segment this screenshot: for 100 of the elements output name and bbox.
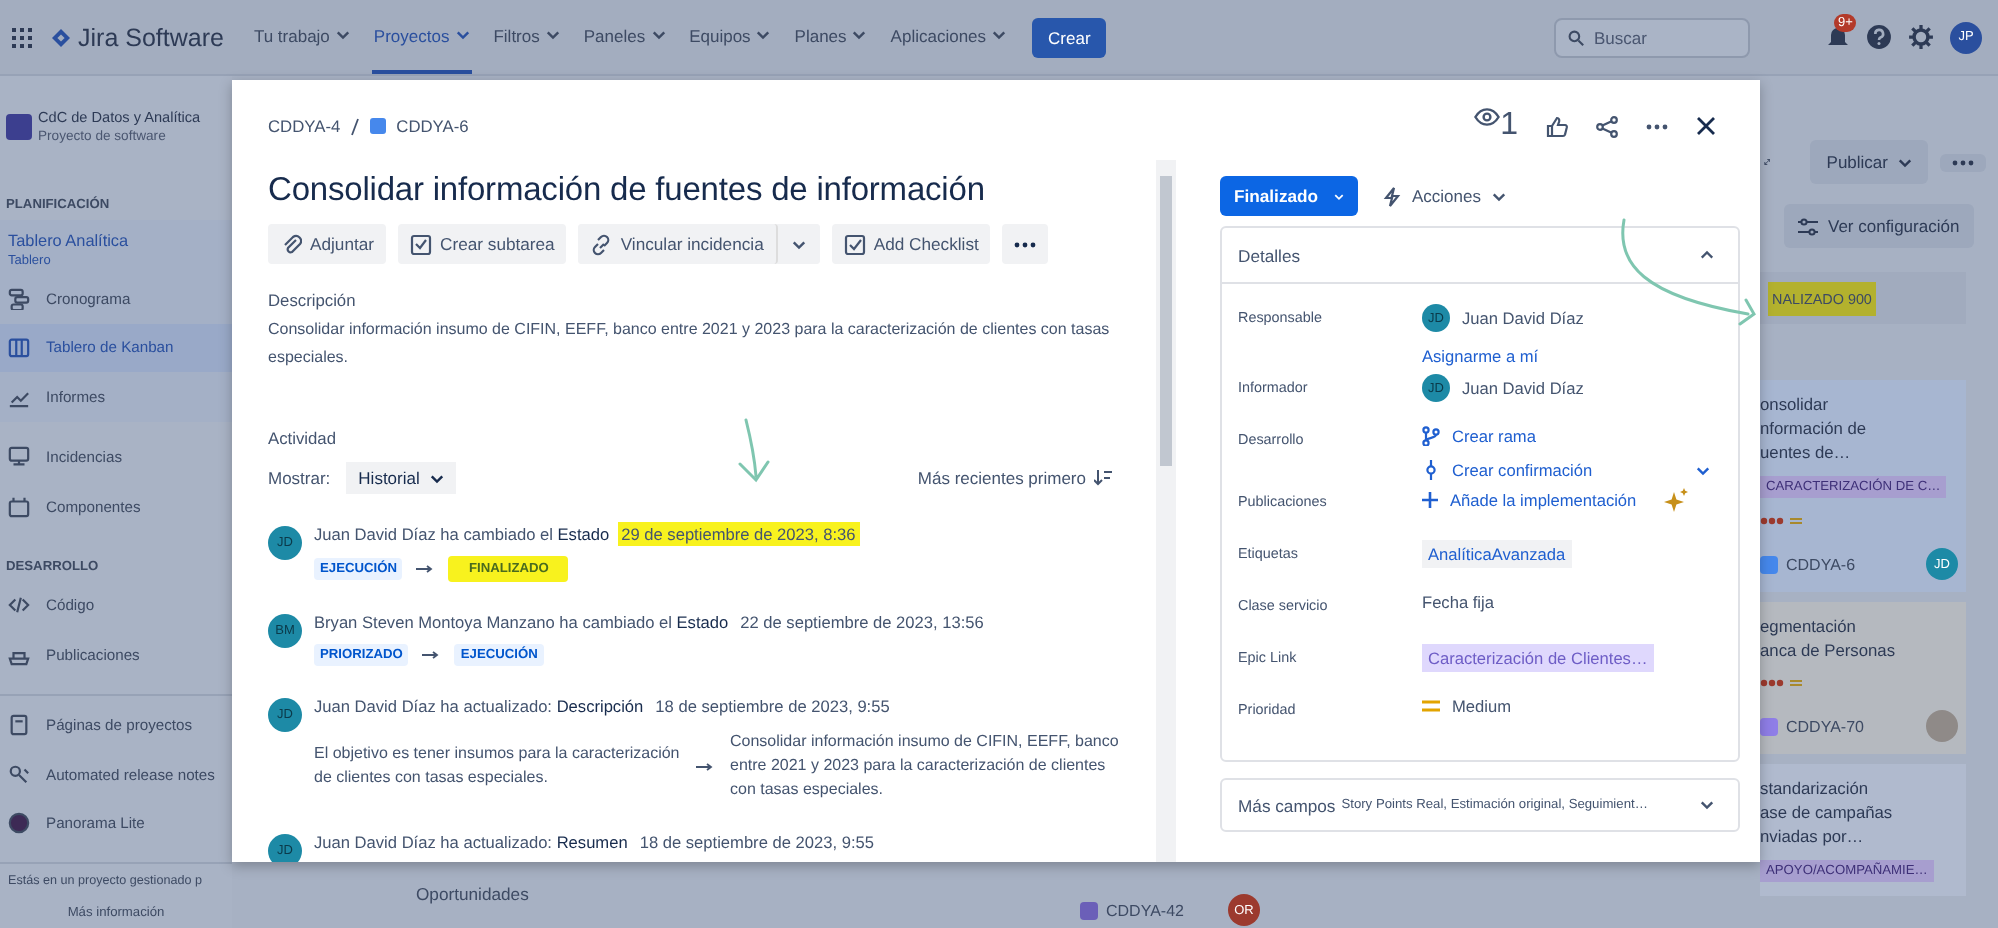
more-button[interactable] bbox=[1646, 123, 1668, 129]
separator-icon bbox=[350, 117, 361, 135]
activity-date: 29 de septiembre de 2023, 8:36 bbox=[617, 522, 860, 546]
details-header[interactable]: Detalles bbox=[1222, 228, 1738, 284]
issue-key[interactable]: CDDYA-6 bbox=[1786, 555, 1856, 573]
logo-icon bbox=[52, 27, 70, 47]
issue-type-icon bbox=[1080, 902, 1098, 920]
caret-icon bbox=[756, 30, 771, 40]
nav-menu-button[interactable]: Filtros bbox=[491, 0, 562, 74]
create-button[interactable]: Crear bbox=[1032, 17, 1107, 57]
eye-icon bbox=[1474, 108, 1501, 126]
priority-medium-icon bbox=[1422, 700, 1440, 712]
view-settings-button[interactable]: Ver configuración bbox=[1784, 204, 1974, 248]
issue-key[interactable]: CDDYA-70 bbox=[1786, 717, 1864, 735]
scrollbar[interactable] bbox=[1156, 160, 1176, 862]
more-button[interactable] bbox=[1940, 153, 1986, 171]
sidebar-item-icon bbox=[8, 446, 30, 469]
nav-menu-button[interactable]: Aplicaciones bbox=[888, 0, 1009, 74]
caret-icon bbox=[992, 30, 1007, 40]
caret-icon bbox=[1700, 800, 1714, 810]
caret-icon bbox=[852, 30, 867, 40]
notification-bell-icon[interactable] bbox=[1826, 25, 1850, 49]
subtask-icon bbox=[410, 233, 433, 255]
caret-icon bbox=[335, 30, 350, 40]
nav-menu-button[interactable]: Proyectos bbox=[371, 0, 472, 74]
person-name: Juan David Díaz bbox=[1462, 378, 1584, 398]
issue-key[interactable]: CDDYA-42 bbox=[1106, 902, 1184, 920]
collapse-icon bbox=[1700, 250, 1714, 260]
nav-menu-button[interactable]: Paneles bbox=[581, 0, 668, 74]
activity-text: Juan David Díaz ha cambiado el Estado bbox=[314, 524, 610, 544]
nav-menu-button[interactable]: Equipos bbox=[687, 0, 773, 74]
sidebar-item-icon bbox=[8, 812, 30, 835]
product-name[interactable]: Jira Software bbox=[78, 23, 224, 51]
epic-link[interactable]: Caracterización de Clientes… bbox=[1422, 644, 1654, 672]
avatar-photo-placeholder bbox=[1926, 710, 1958, 742]
like-button[interactable] bbox=[1546, 115, 1568, 137]
priority-icon bbox=[1760, 516, 1804, 526]
issue-key-link[interactable]: CDDYA-6 bbox=[396, 116, 469, 136]
sidebar-item-icon bbox=[8, 714, 30, 737]
assign-to-me-link[interactable]: Asignarme a mí bbox=[1422, 346, 1710, 366]
label-tag[interactable]: AnalíticaAvanzada bbox=[1422, 540, 1572, 568]
nav-menu-button[interactable]: Tu trabajo bbox=[251, 0, 352, 74]
commit-icon bbox=[1422, 460, 1440, 480]
apps-grid-icon[interactable] bbox=[12, 27, 32, 47]
actions-button[interactable]: Acciones bbox=[1382, 185, 1505, 207]
field-value: Medium bbox=[1452, 696, 1512, 716]
toolbar-button[interactable]: Add Checklist bbox=[831, 224, 991, 264]
share-icon bbox=[1596, 115, 1618, 137]
expand-icon[interactable] bbox=[1764, 154, 1771, 170]
sidebar-item-icon bbox=[8, 763, 30, 786]
old-value-text: El objetivo es tener insumos para la caracterización de clientes con tasas especiales. bbox=[314, 742, 680, 790]
publish-button[interactable]: Publicar bbox=[1810, 140, 1928, 184]
create-branch-link[interactable]: Crear rama bbox=[1422, 426, 1710, 446]
caret-icon bbox=[455, 30, 470, 40]
parent-issue-link[interactable]: CDDYA-4 bbox=[268, 116, 341, 136]
more-icon bbox=[1014, 241, 1037, 247]
arrow-icon bbox=[696, 761, 714, 771]
task-type-icon bbox=[370, 118, 387, 134]
add-deployment-link[interactable]: Añade la implementación bbox=[1422, 488, 1710, 512]
sort-button[interactable]: Más recientes primero bbox=[917, 468, 1112, 488]
more-icon bbox=[1646, 123, 1668, 129]
board-name[interactable]: Tablero Analítica bbox=[0, 220, 232, 250]
section-label: Descripción bbox=[268, 290, 358, 310]
card-title: standarización ase de campañas nviadas por… bbox=[1760, 776, 1895, 848]
settings-icon[interactable] bbox=[1908, 24, 1934, 50]
checklist-icon bbox=[843, 233, 866, 255]
caret-icon bbox=[1898, 157, 1912, 167]
card-title: onsolidar nformación de uentes de… bbox=[1760, 392, 1869, 464]
priority-icon bbox=[1760, 678, 1804, 688]
create-commit-link[interactable]: Crear confirmación bbox=[1422, 460, 1710, 480]
more-button[interactable] bbox=[1002, 224, 1049, 264]
issue-title[interactable]: Consolidar información de fuentes de información bbox=[268, 172, 1156, 210]
issue-card[interactable]: egmentación anca de Personas CDDYA-70 bbox=[1760, 602, 1966, 754]
toolbar-button[interactable]: Adjuntar bbox=[268, 224, 387, 264]
help-icon[interactable] bbox=[1866, 24, 1892, 50]
sparkle-icon bbox=[1664, 488, 1689, 512]
watch-button[interactable]: 1 bbox=[1474, 108, 1518, 144]
person-name: Juan David Díaz bbox=[1462, 308, 1584, 328]
caret-icon bbox=[429, 473, 444, 483]
description-text[interactable]: Consolidar información insumo de CIFIN, EEFF, banco entre 2021 y 2023 para la caracterización de clientes con tasas especiales. bbox=[268, 316, 1118, 372]
nav-menu-button[interactable]: Planes bbox=[792, 0, 869, 74]
lightning-icon bbox=[1382, 185, 1402, 207]
share-button[interactable] bbox=[1596, 115, 1618, 137]
status-button[interactable]: Finalizado bbox=[1220, 176, 1358, 216]
filter-dropdown[interactable]: Historial bbox=[346, 462, 456, 494]
sliders-icon bbox=[1798, 217, 1818, 235]
plus-icon bbox=[1422, 492, 1438, 508]
arrow-icon bbox=[416, 564, 435, 574]
activity-date: 22 de septiembre de 2023, 13:56 bbox=[738, 610, 986, 634]
search-field[interactable]: Buscar bbox=[1554, 17, 1750, 57]
thumbs-up-icon bbox=[1546, 115, 1568, 137]
sidebar-item-icon bbox=[8, 594, 30, 617]
toolbar-button[interactable]: Crear subtarea bbox=[398, 224, 567, 264]
caret-icon bbox=[651, 30, 666, 40]
activity-text: Juan David Díaz ha actualizado: Descripción bbox=[314, 696, 644, 716]
new-value-text: Consolidar información insumo de CIFIN, EEFF, banco entre 2021 y 2023 para la caracterización de clientes con tasas especiales. bbox=[730, 730, 1121, 802]
activity-date: 18 de septiembre de 2023, 9:55 bbox=[653, 694, 892, 718]
close-button[interactable] bbox=[1696, 116, 1716, 136]
annotation-arrow bbox=[738, 418, 770, 482]
field-value: Fecha fija bbox=[1422, 592, 1496, 612]
